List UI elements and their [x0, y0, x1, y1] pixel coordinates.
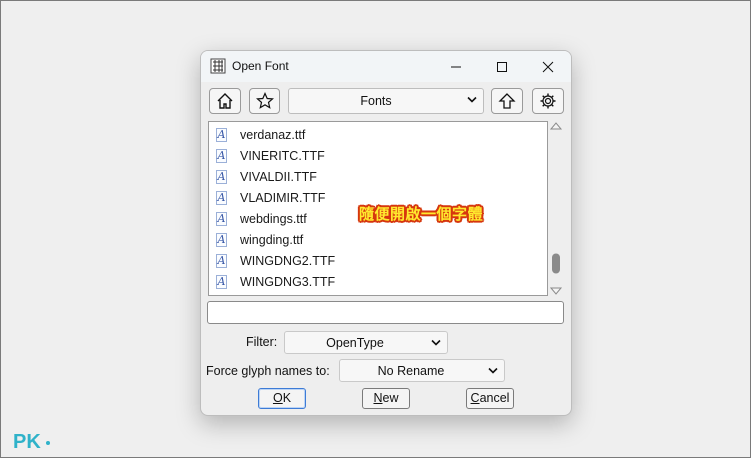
bookmarks-button[interactable]: [249, 88, 280, 114]
star-icon: [255, 92, 274, 109]
maximize-icon: [497, 61, 507, 72]
font-file-icon: A: [216, 254, 227, 268]
window-title: Open Font: [232, 59, 289, 73]
minimize-icon: [451, 66, 461, 67]
title-bar[interactable]: Open Font: [201, 51, 571, 82]
app-font-icon: [210, 58, 226, 74]
cancel-button[interactable]: Cancel: [466, 388, 514, 409]
directory-select[interactable]: Fonts: [288, 88, 484, 114]
maximize-button[interactable]: [479, 51, 525, 82]
up-arrow-icon: [498, 93, 516, 109]
file-name: WINGDNG2.TTF: [240, 254, 336, 268]
file-row[interactable]: A verdanaz.ttf: [209, 125, 547, 146]
file-name: wingding.ttf: [240, 233, 304, 247]
file-row[interactable]: A VINERITC.TTF: [209, 146, 547, 167]
chevron-down-icon: [488, 367, 498, 374]
file-name: VLADIMIR.TTF: [240, 191, 326, 205]
file-row[interactable]: A WINGDNG2.TTF: [209, 251, 547, 272]
minimize-button[interactable]: [433, 51, 479, 82]
file-row[interactable]: A VIVALDII.TTF: [209, 167, 547, 188]
scroll-up-icon: [549, 122, 563, 130]
font-file-icon: A: [216, 170, 227, 184]
filename-input[interactable]: [207, 301, 564, 324]
ok-label: K: [282, 391, 292, 405]
gear-icon: [540, 93, 556, 109]
home-button[interactable]: [209, 88, 241, 114]
open-font-dialog: Open Font Fonts A verdanaz.ttf A VINERIT…: [200, 50, 572, 416]
file-name: VINERITC.TTF: [240, 149, 325, 163]
new-accelerator: N: [373, 391, 383, 405]
new-label: ew: [382, 391, 399, 405]
font-file-icon: A: [216, 233, 227, 247]
filter-label: Filter:: [246, 335, 278, 349]
glyph-names-value: No Rename: [377, 364, 445, 378]
file-row[interactable]: A WINGDNG3.TTF: [209, 272, 547, 293]
font-file-icon: A: [216, 212, 227, 226]
glyph-names-label: Force glyph names to:: [206, 364, 330, 378]
cancel-accelerator: C: [470, 391, 480, 405]
filter-value: OpenType: [326, 336, 384, 350]
watermark-logo: PK: [13, 428, 53, 456]
filter-select[interactable]: OpenType: [284, 331, 448, 354]
font-file-icon: A: [216, 128, 227, 142]
file-name: VIVALDII.TTF: [240, 170, 317, 184]
chevron-down-icon: [431, 339, 441, 346]
new-button[interactable]: New: [362, 388, 410, 409]
file-name: WINGDNG3.TTF: [240, 275, 336, 289]
font-file-icon: A: [216, 149, 227, 163]
file-name: verdanaz.ttf: [240, 128, 306, 142]
file-row[interactable]: A wingding.ttf: [209, 230, 547, 251]
ok-accelerator: O: [272, 391, 283, 405]
scroll-down-icon: [549, 287, 563, 295]
ok-button[interactable]: OK: [258, 388, 306, 409]
home-icon: [217, 93, 233, 109]
file-name: webdings.ttf: [240, 212, 307, 226]
watermark-text: PK: [13, 431, 41, 452]
chevron-down-icon: [467, 96, 477, 103]
file-list[interactable]: A verdanaz.ttf A VINERITC.TTF A VIVALDII…: [208, 121, 548, 296]
file-list-scrollbar[interactable]: [549, 121, 563, 296]
close-button[interactable]: [525, 51, 571, 82]
settings-button[interactable]: [532, 88, 564, 114]
directory-select-value: Fonts: [360, 94, 392, 108]
font-file-icon: A: [216, 275, 227, 289]
close-icon: [542, 61, 554, 72]
scroll-thumb: [552, 253, 560, 274]
annotation-caption: 隨便開啟一個字體: [359, 205, 484, 223]
parent-directory-button[interactable]: [491, 88, 523, 114]
font-file-icon: A: [216, 191, 227, 205]
cancel-label: ancel: [479, 391, 510, 405]
glyph-names-select[interactable]: No Rename: [339, 359, 505, 382]
